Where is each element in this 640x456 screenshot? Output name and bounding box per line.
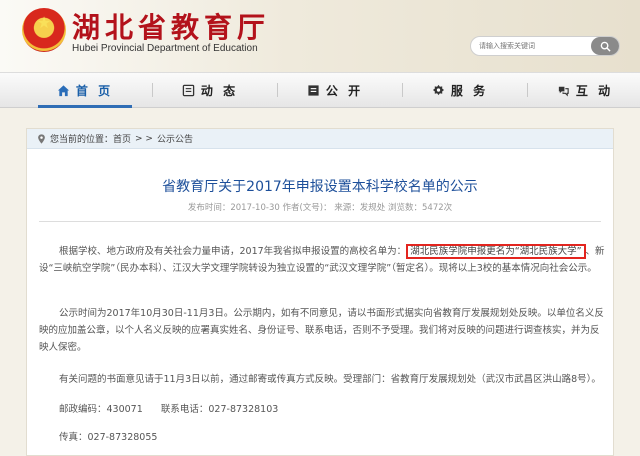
article-paragraph-2: 公示时间为2017年10月30日-11月3日。公示期内，如有不同意见，请以书面形… bbox=[39, 308, 604, 353]
nav-divider bbox=[277, 83, 278, 97]
article-paragraph-3: 有关问题的书面意见请于11月3日以前，通过邮寄或传真方式反映。受理部门：省教育厅… bbox=[59, 374, 601, 385]
service-icon bbox=[432, 84, 445, 97]
list-icon bbox=[307, 84, 320, 97]
nav-item-home[interactable]: 首 页 bbox=[30, 73, 140, 108]
article-paragraph-5: 传真：027-87328055 bbox=[59, 432, 158, 443]
breadcrumb-separator: > > bbox=[135, 133, 153, 144]
breadcrumb-section-link[interactable]: 公示公告 bbox=[157, 132, 193, 145]
search-box bbox=[470, 36, 620, 56]
nav-item-interact[interactable]: 互 动 bbox=[530, 73, 640, 107]
search-button[interactable] bbox=[591, 37, 619, 55]
search-icon bbox=[600, 41, 611, 52]
article-panel: 您当前的位置： 首页 > > 公示公告 省教育厅关于2017年申报设置本科学校名… bbox=[26, 128, 614, 456]
nav-item-service[interactable]: 服 务 bbox=[405, 73, 515, 107]
nav-divider bbox=[152, 83, 153, 97]
paragraph-1-text: 根据学校、地方政府及有关社会力量申请，2017年我省拟申报设置的高校名单为： bbox=[59, 246, 407, 257]
site-title: 湖北省教育厅 bbox=[72, 11, 271, 44]
home-icon bbox=[57, 84, 70, 97]
nav-item-public[interactable]: 公 开 bbox=[280, 73, 390, 107]
article-meta: 发布时间：2017-10-30 作者(文号)： 来源：发规处 浏览数：5472次 bbox=[187, 203, 453, 213]
nav-label-public: 公 开 bbox=[325, 83, 364, 98]
nav-label-home: 首 页 bbox=[75, 83, 114, 98]
site-subtitle: Hubei Provincial Department of Education bbox=[72, 43, 258, 54]
nav-label-news: 动 态 bbox=[200, 83, 239, 98]
breadcrumb-home-link[interactable]: 首页 bbox=[113, 132, 131, 145]
search-input[interactable] bbox=[479, 37, 589, 55]
highlighted-text: 湖北民族学院申报更名为“湖北民族大学” bbox=[406, 244, 586, 259]
nav-label-service: 服 务 bbox=[450, 83, 489, 98]
main-nav: 首 页 动 态 公 开 服 务 互 动 bbox=[0, 72, 640, 108]
nav-item-news[interactable]: 动 态 bbox=[155, 73, 265, 107]
article-paragraph-4: 邮政编码：430071 联系电话：027-87328103 bbox=[59, 404, 279, 415]
breadcrumb-prefix: 您当前的位置： bbox=[50, 135, 114, 145]
interact-icon bbox=[557, 84, 570, 97]
news-icon bbox=[182, 84, 195, 97]
breadcrumb: 您当前的位置： 首页 > > 公示公告 bbox=[27, 129, 613, 149]
nav-divider bbox=[402, 83, 403, 97]
national-emblem-icon: ★ bbox=[22, 8, 66, 52]
article-title: 省教育厅关于2017年申报设置本科学校名单的公示 bbox=[162, 179, 478, 195]
location-pin-icon bbox=[37, 133, 46, 144]
nav-label-interact: 互 动 bbox=[575, 83, 614, 98]
site-header: ★ 湖北省教育厅 Hubei Provincial Department of … bbox=[0, 0, 640, 72]
divider bbox=[39, 221, 601, 222]
article-paragraph-1: 根据学校、地方政府及有关社会力量申请，2017年我省拟申报设置的高校名单为： 湖北… bbox=[39, 243, 605, 277]
nav-divider bbox=[527, 83, 528, 97]
content-band bbox=[0, 108, 640, 128]
